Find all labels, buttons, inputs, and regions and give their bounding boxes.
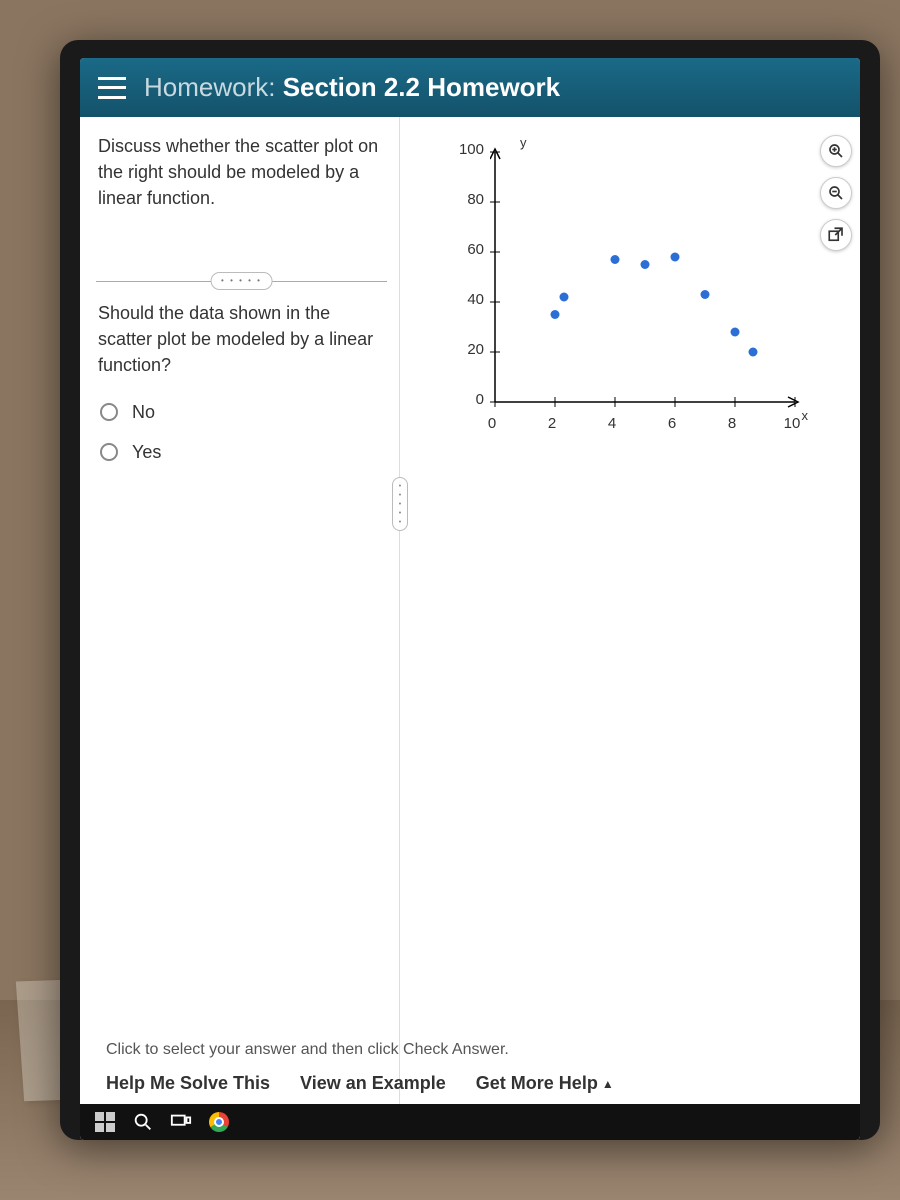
subquestion-text: Should the data shown in the scatter plo…: [98, 300, 385, 378]
y-tick: 100: [448, 141, 484, 158]
data-point: [731, 328, 740, 337]
data-point: [701, 290, 710, 299]
help-toolbar: Help Me Solve This View an Example Get M…: [80, 1065, 860, 1104]
help-solve-link[interactable]: Help Me Solve This: [106, 1073, 270, 1094]
title-prefix: Homework:: [144, 72, 283, 102]
get-more-help-link[interactable]: Get More Help ▲: [476, 1073, 614, 1094]
app-header: Homework: Section 2.2 Homework: [80, 58, 860, 117]
title-main: Section 2.2 Homework: [283, 72, 560, 102]
plot-svg: [490, 147, 800, 457]
y-tick: 20: [448, 341, 484, 358]
page-title: Homework: Section 2.2 Homework: [144, 72, 560, 103]
start-button[interactable]: [94, 1111, 116, 1133]
chart-panel: y x 100 80 60 40 20 0 0 2 4 6 8 10: [400, 117, 860, 1140]
chrome-icon: [209, 1112, 229, 1132]
screen: Homework: Section 2.2 Homework Discuss w…: [80, 58, 860, 1140]
x-axis-label: x: [802, 408, 809, 423]
section-divider[interactable]: [96, 281, 387, 282]
instruction-text: Click to select your answer and then cli…: [80, 1035, 860, 1065]
option-no[interactable]: No: [98, 395, 385, 429]
caret-up-icon: ▲: [602, 1077, 614, 1091]
windows-icon: [95, 1112, 115, 1132]
data-point: [560, 293, 569, 302]
y-tick: 60: [448, 241, 484, 258]
footer-area: Click to select your answer and then cli…: [80, 1035, 860, 1140]
scatter-plot: y x 100 80 60 40 20 0 0 2 4 6 8 10: [420, 137, 800, 467]
monitor-frame: Homework: Section 2.2 Homework Discuss w…: [60, 40, 880, 1140]
y-tick: 80: [448, 191, 484, 208]
get-more-help-label: Get More Help: [476, 1073, 598, 1093]
chrome-taskbar-button[interactable]: [208, 1111, 230, 1133]
chart-tools: [820, 135, 852, 251]
option-yes[interactable]: Yes: [98, 435, 385, 469]
option-label: No: [132, 399, 155, 425]
zoom-in-button[interactable]: [820, 135, 852, 167]
view-example-link[interactable]: View an Example: [300, 1073, 446, 1094]
content-area: Discuss whether the scatter plot on the …: [80, 117, 860, 1140]
data-point: [611, 255, 620, 264]
data-point: [749, 348, 758, 357]
option-label: Yes: [132, 439, 161, 465]
windows-taskbar: [80, 1104, 860, 1140]
y-tick: 40: [448, 291, 484, 308]
search-taskbar-button[interactable]: [132, 1111, 154, 1133]
radio-icon: [100, 403, 118, 421]
zoom-out-button[interactable]: [820, 177, 852, 209]
menu-icon[interactable]: [98, 77, 126, 99]
data-point: [671, 253, 680, 262]
radio-icon: [100, 443, 118, 461]
question-panel: Discuss whether the scatter plot on the …: [80, 117, 400, 1140]
data-point: [641, 260, 650, 269]
data-point: [551, 310, 560, 319]
prompt-text: Discuss whether the scatter plot on the …: [98, 133, 385, 211]
popout-button[interactable]: [820, 219, 852, 251]
task-view-button[interactable]: [170, 1111, 192, 1133]
y-tick: 0: [448, 391, 484, 408]
